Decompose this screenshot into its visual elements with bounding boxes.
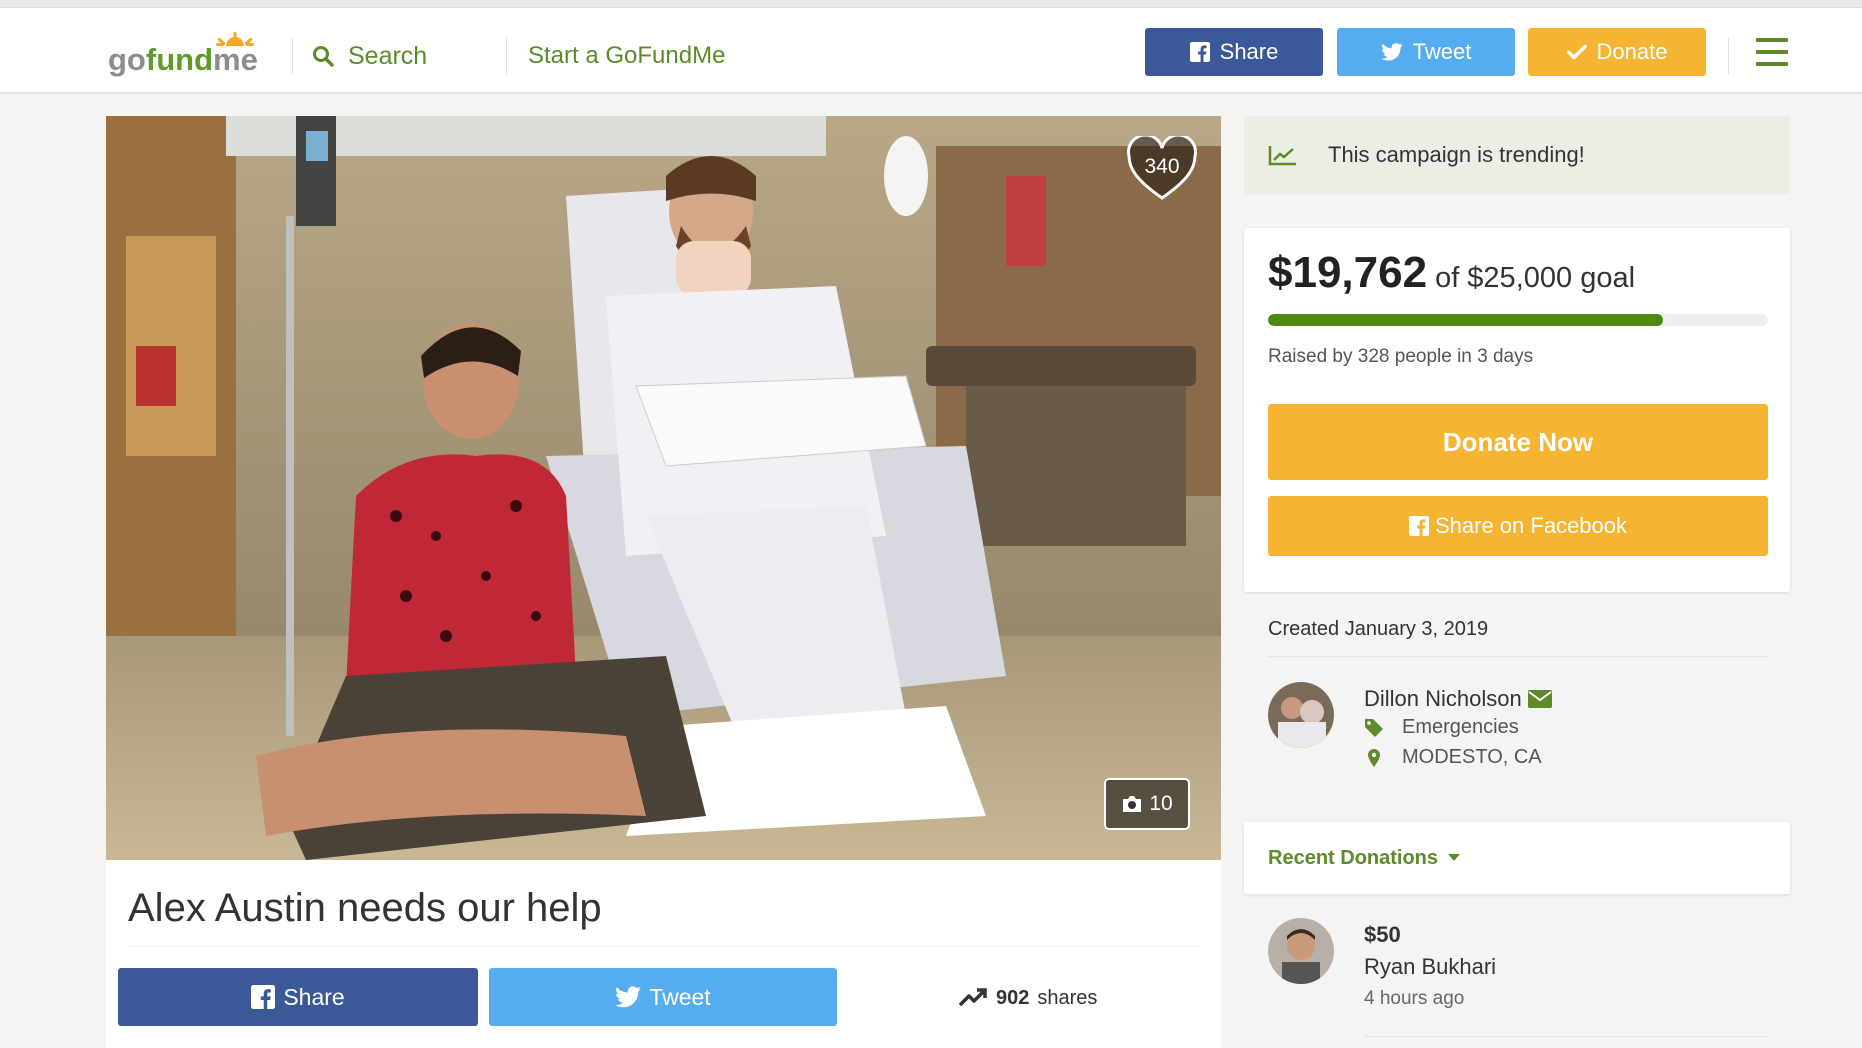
start-gofundme-link[interactable]: Start a GoFundMe <box>528 36 725 76</box>
search-link[interactable]: Search <box>312 36 427 76</box>
facebook-icon <box>1408 516 1429 536</box>
category-row[interactable]: Emergencies <box>1364 716 1519 739</box>
header-donate-label: Donate <box>1596 39 1668 64</box>
photo-gallery-button[interactable]: 10 <box>1104 778 1190 830</box>
recent-donations-label: Recent Donations <box>1268 846 1439 869</box>
twitter-icon <box>615 986 642 1008</box>
header-divider <box>506 38 507 74</box>
shares-number: 902 <box>996 986 1030 1009</box>
start-gofundme-label: Start a GoFundMe <box>528 42 726 69</box>
progress-bar-fill <box>1268 314 1663 326</box>
heart-count: 340 <box>1144 155 1180 178</box>
organizer-name-row[interactable]: Dillon Nicholson <box>1364 686 1552 712</box>
donation-time: 4 hours ago <box>1364 988 1465 1009</box>
share-on-facebook-button[interactable]: Share on Facebook <box>1268 496 1768 556</box>
donation-card: $19,762 of $25,000 goal Raised by 328 pe… <box>1244 228 1790 592</box>
tag-icon <box>1365 718 1383 737</box>
trending-text: This campaign is trending! <box>1328 142 1585 167</box>
raised-by-text: Raised by 328 people in 3 days <box>1268 346 1534 367</box>
trending-banner: This campaign is trending! <box>1244 116 1790 194</box>
camera-icon <box>1123 796 1142 812</box>
donor-name: Ryan Bukhari <box>1364 954 1497 979</box>
header-donate-button[interactable]: Donate <box>1528 28 1706 76</box>
checkmark-icon <box>1566 44 1587 60</box>
donate-now-label: Donate Now <box>1442 426 1594 457</box>
header-share-button[interactable]: Share <box>1145 28 1323 76</box>
divider <box>1268 656 1768 657</box>
share-button[interactable]: Share <box>118 968 478 1026</box>
tweet-label: Tweet <box>649 983 711 1010</box>
logo-fund: fund <box>145 42 214 77</box>
twitter-icon <box>1380 43 1403 61</box>
donation-amount: $50 <box>1364 922 1401 947</box>
header-tweet-button[interactable]: Tweet <box>1337 28 1515 76</box>
browser-top-strip <box>0 0 1862 8</box>
hospital-photo-illustration <box>106 116 1221 860</box>
organizer-name: Dillon Nicholson <box>1364 686 1522 711</box>
raised-amount: $19,762 <box>1268 248 1428 297</box>
caret-down-icon <box>1448 854 1461 861</box>
header-divider <box>1728 38 1729 74</box>
facebook-icon <box>1189 42 1210 62</box>
campaign-title: Alex Austin needs our help <box>128 886 602 930</box>
header-share-label: Share <box>1219 39 1279 64</box>
share-label: Share <box>283 983 345 1010</box>
facebook-icon <box>251 985 276 1009</box>
search-label: Search <box>348 41 428 70</box>
location-pin-icon <box>1368 748 1380 767</box>
logo-wordmark: gofundme <box>108 42 258 78</box>
logo-go: go <box>108 42 146 77</box>
search-icon <box>313 46 334 67</box>
photo-count: 10 <box>1149 792 1173 815</box>
shares-label: shares <box>1037 986 1098 1009</box>
gofundme-logo[interactable]: gofundme <box>108 32 268 80</box>
share-count: 902 shares <box>958 978 1097 1018</box>
category-label: Emergencies <box>1402 716 1519 738</box>
location-row: MODESTO, CA <box>1364 746 1542 769</box>
header-divider <box>292 38 293 74</box>
organizer-avatar[interactable] <box>1268 682 1334 748</box>
tweet-button[interactable]: Tweet <box>489 968 837 1026</box>
hamburger-menu-icon[interactable] <box>1756 38 1788 66</box>
goal-text: of $25,000 goal <box>1435 262 1636 294</box>
trending-chart-icon <box>1268 146 1296 166</box>
campaign-photo[interactable] <box>106 116 1221 860</box>
trending-up-icon <box>958 988 987 1007</box>
divider <box>128 946 1198 947</box>
created-date: Created January 3, 2019 <box>1268 618 1489 640</box>
site-header: gofundme Search Start a GoFundMe Share T… <box>0 8 1862 94</box>
progress-bar <box>1268 314 1768 326</box>
raised-summary: $19,762 of $25,000 goal <box>1268 248 1635 298</box>
campaign-story: Alex Austin needs our help Share Tweet 9… <box>106 860 1221 1048</box>
heart-counter[interactable]: 340 <box>1126 133 1198 202</box>
avatar-image <box>1268 682 1334 748</box>
avatar-image <box>1268 918 1334 984</box>
envelope-icon[interactable] <box>1527 690 1552 708</box>
share-on-facebook-label: Share on Facebook <box>1434 513 1628 538</box>
logo-me: me <box>213 42 258 77</box>
donor-avatar <box>1268 918 1334 984</box>
header-tweet-label: Tweet <box>1412 39 1472 64</box>
divider <box>1364 1036 1768 1037</box>
recent-donations-toggle[interactable]: Recent Donations <box>1244 822 1790 894</box>
location-label: MODESTO, CA <box>1402 746 1542 768</box>
donate-now-button[interactable]: Donate Now <box>1268 404 1768 480</box>
